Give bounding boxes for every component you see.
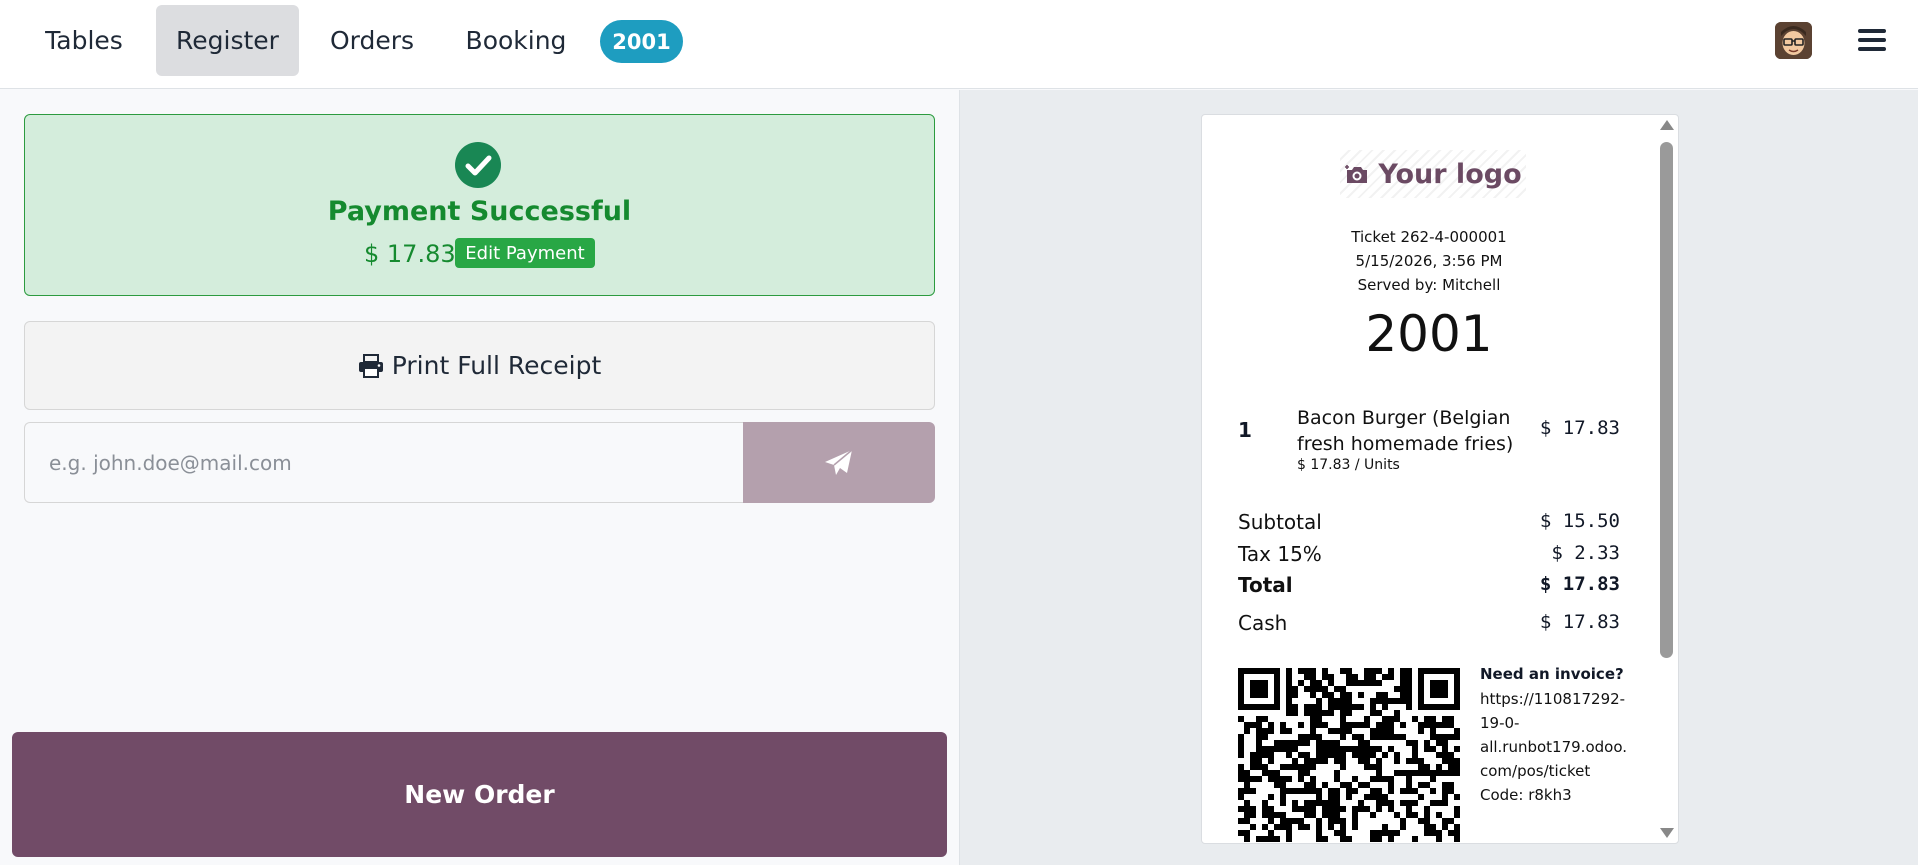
- subtotal-value: $ 15.50: [1539, 510, 1620, 532]
- qr-code-icon: [1238, 668, 1460, 842]
- avatar-icon: [1775, 22, 1812, 59]
- total-value: $ 17.83: [1539, 573, 1620, 595]
- printer-icon: [358, 353, 383, 378]
- check-circle-icon: [455, 142, 501, 188]
- email-input[interactable]: [24, 422, 743, 503]
- invoice-code: Code: r8kh3: [1480, 786, 1572, 804]
- logo-text: Your logo: [1378, 158, 1522, 190]
- tab-register[interactable]: Register: [156, 5, 299, 76]
- tax-label: Tax 15%: [1238, 542, 1322, 566]
- line-item-unit-price: $ 17.83 / Units: [1297, 457, 1400, 473]
- tab-tables[interactable]: Tables: [24, 5, 144, 76]
- camera-icon: [1345, 165, 1368, 183]
- send-email-button[interactable]: [743, 422, 935, 503]
- print-full-receipt-button[interactable]: Print Full Receipt: [24, 321, 935, 410]
- print-button-label: Print Full Receipt: [391, 351, 602, 380]
- order-number-badge[interactable]: 2001: [600, 20, 683, 63]
- top-navbar: Tables Register Orders Booking 2001: [0, 0, 1918, 89]
- invoice-title: Need an invoice?: [1480, 665, 1624, 683]
- line-item-name: Bacon Burger (Belgian fresh homemade fri…: [1297, 407, 1514, 455]
- paper-plane-icon: [825, 448, 853, 475]
- total-label: Total: [1238, 573, 1293, 597]
- tax-value: $ 2.33: [1551, 542, 1620, 564]
- tab-booking[interactable]: Booking: [452, 5, 580, 76]
- new-order-button[interactable]: New Order: [12, 732, 947, 857]
- line-item-qty: 1: [1238, 418, 1252, 442]
- scroll-down-arrow-icon[interactable]: [1660, 828, 1674, 838]
- receipt-order-number: 2001: [1365, 305, 1493, 363]
- receipt-logo: Your logo: [1340, 150, 1526, 198]
- payment-status-title: Payment Successful: [327, 196, 632, 227]
- line-item-price: $ 17.83: [1539, 417, 1620, 439]
- edit-payment-button[interactable]: Edit Payment: [455, 238, 595, 268]
- invoice-url-line: 19-0-: [1480, 714, 1520, 732]
- receipt-served-by: Served by: Mitchell: [1357, 276, 1501, 294]
- invoice-qr-code: [1238, 668, 1462, 844]
- user-avatar[interactable]: [1775, 22, 1812, 59]
- subtotal-label: Subtotal: [1238, 510, 1322, 534]
- cash-label: Cash: [1238, 611, 1288, 635]
- scrollbar-thumb[interactable]: [1660, 142, 1673, 658]
- hamburger-menu-icon[interactable]: [1858, 27, 1886, 53]
- receipt-ticket: Ticket 262-4-000001: [1351, 228, 1507, 246]
- cash-value: $ 17.83: [1539, 611, 1620, 633]
- invoice-url-line: https://110817292-: [1480, 690, 1626, 708]
- payment-amount: $ 17.83: [364, 240, 456, 268]
- invoice-url-line: com/pos/ticket: [1480, 762, 1591, 780]
- tab-orders[interactable]: Orders: [316, 5, 428, 76]
- scroll-up-arrow-icon[interactable]: [1660, 120, 1674, 130]
- invoice-url-line: all.runbot179.odoo.: [1480, 738, 1628, 756]
- receipt-datetime: 5/15/2026, 3:56 PM: [1355, 252, 1503, 270]
